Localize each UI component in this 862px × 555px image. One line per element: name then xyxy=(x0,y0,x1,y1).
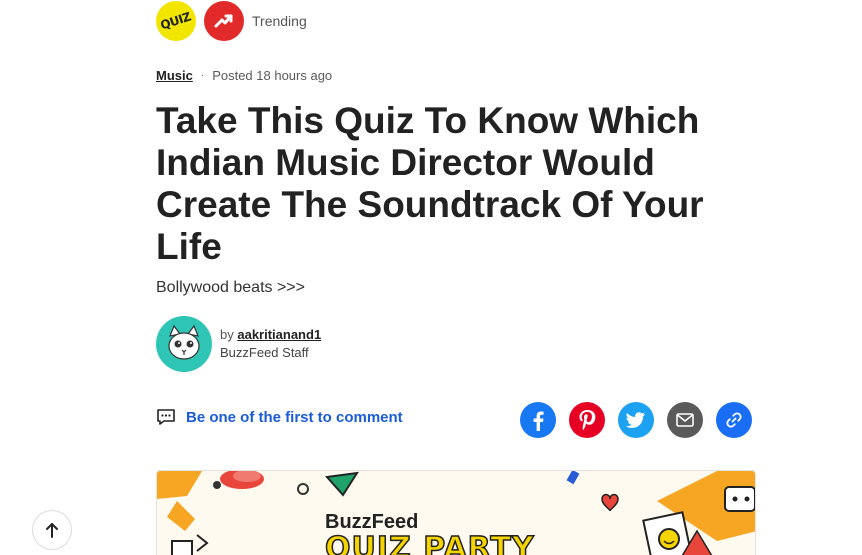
share-facebook-button[interactable] xyxy=(520,402,556,438)
twitter-icon xyxy=(625,412,645,428)
posted-time: Posted 18 hours ago xyxy=(212,68,333,83)
page-title: Take This Quiz To Know Which Indian Musi… xyxy=(156,100,704,267)
trending-up-icon xyxy=(214,14,233,28)
meta-separator: · xyxy=(200,70,205,81)
avatar[interactable] xyxy=(156,316,212,372)
copy-link-button[interactable] xyxy=(716,402,752,438)
top-nav: QUIZ Trending xyxy=(156,0,307,42)
link-icon xyxy=(726,412,742,428)
article-subtitle: Bollywood beats >>> xyxy=(156,279,305,296)
email-icon xyxy=(676,413,694,427)
hero-image[interactable]: BuzzFeed QUIZ PARTY xyxy=(156,470,756,555)
author-name-link[interactable]: aakritianand1 xyxy=(237,327,321,342)
trending-link[interactable]: Trending xyxy=(252,13,307,29)
category-link[interactable]: Music xyxy=(156,68,193,83)
pinterest-icon xyxy=(579,410,596,431)
author-role: BuzzFeed Staff xyxy=(220,345,309,360)
comment-link[interactable]: Be one of the first to comment xyxy=(156,408,403,426)
scroll-to-top-button[interactable] xyxy=(33,511,71,549)
share-twitter-button[interactable] xyxy=(618,402,654,438)
trending-badge[interactable] xyxy=(204,1,244,41)
quiz-badge-label: QUIZ xyxy=(159,9,193,33)
share-bar xyxy=(520,402,752,438)
quiz-badge[interactable]: QUIZ xyxy=(156,1,196,41)
comment-icon xyxy=(156,408,176,426)
post-meta: Music · Posted 18 hours ago xyxy=(156,68,332,83)
arrow-up-icon xyxy=(46,523,58,538)
hero-headline: QUIZ PARTY xyxy=(324,530,535,555)
share-pinterest-button[interactable] xyxy=(569,402,605,438)
author-details: by aakritianand1 BuzzFeed Staff xyxy=(220,326,321,362)
comment-link-label: Be one of the first to comment xyxy=(186,408,403,426)
facebook-icon xyxy=(533,411,544,431)
author-byline: by aakritianand1 BuzzFeed Staff xyxy=(156,316,321,372)
by-label: by xyxy=(220,327,234,342)
share-email-button[interactable] xyxy=(667,402,703,438)
cat-avatar-icon xyxy=(168,324,200,360)
